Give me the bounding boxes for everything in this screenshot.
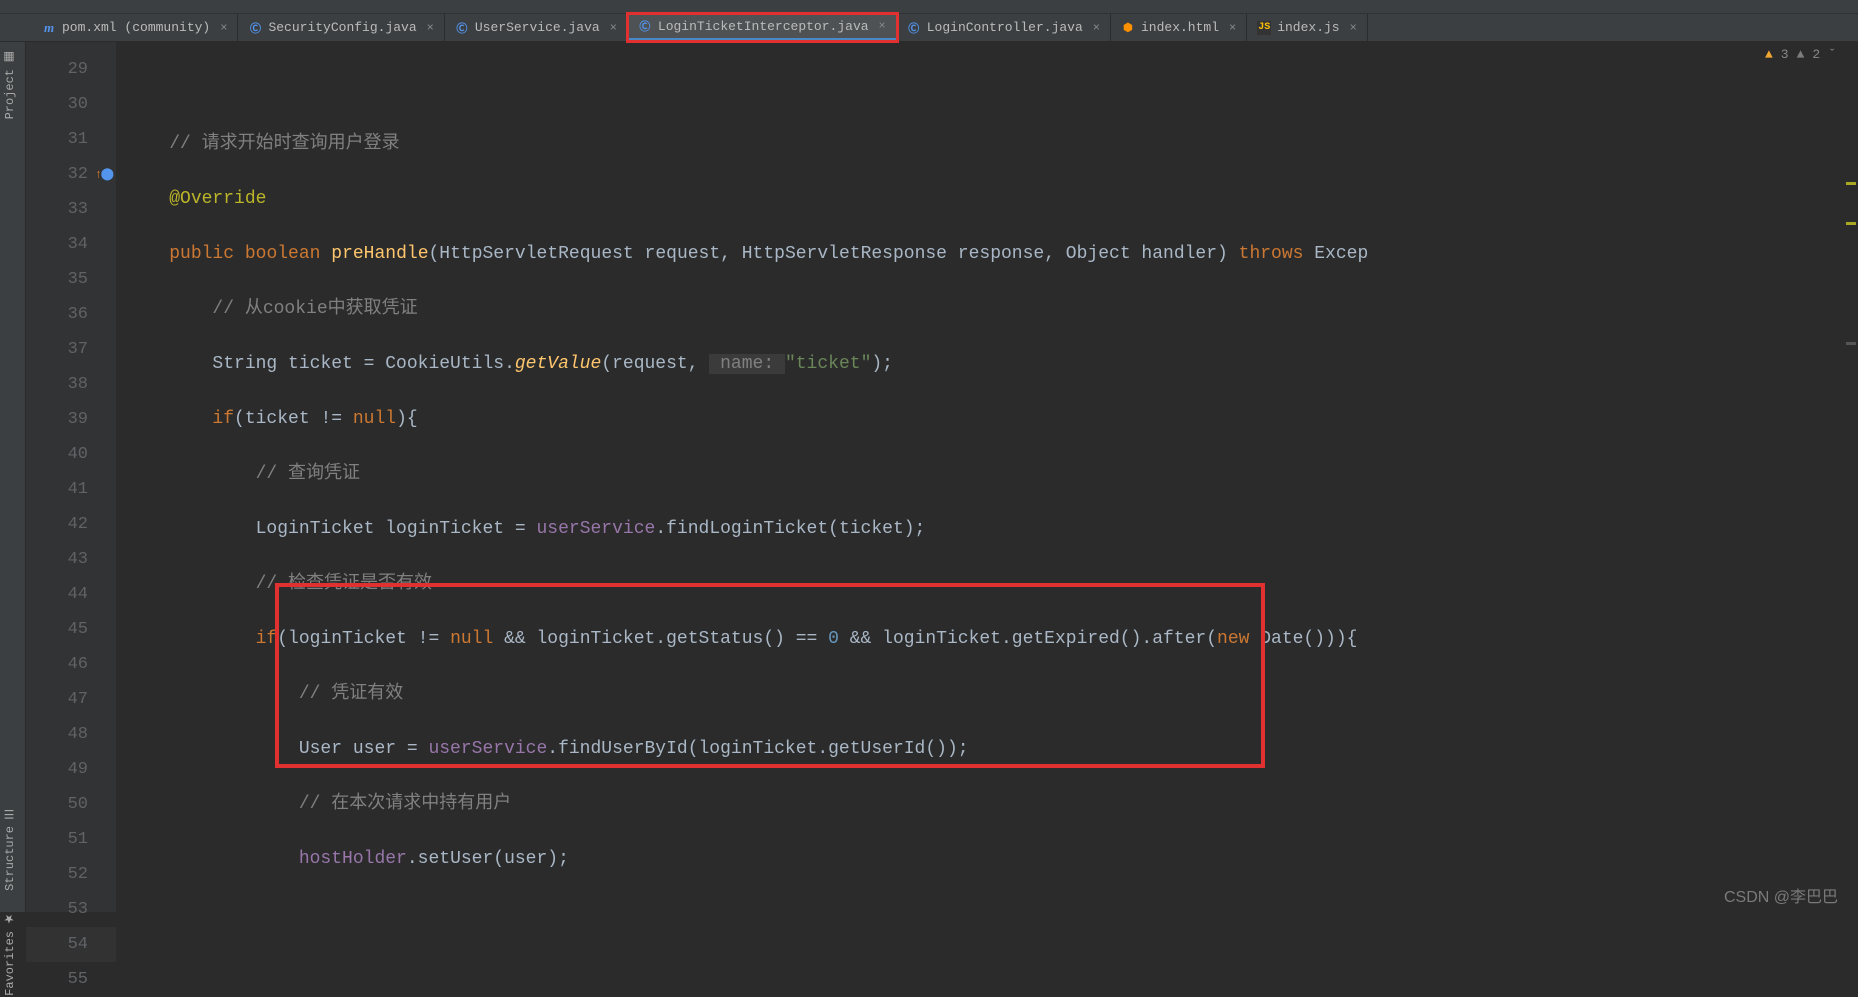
code-line: if(ticket != null){	[116, 402, 1858, 437]
code-content[interactable]: // 请求开始时查询用户登录 @Override public boolean …	[116, 42, 1858, 912]
line-number: 33	[26, 192, 116, 227]
editor-scrollbar[interactable]	[1844, 42, 1858, 912]
line-number: 53	[26, 892, 116, 927]
line-number: 34	[26, 227, 116, 262]
tab-userservice[interactable]: Ⓒ UserService.java ×	[445, 14, 628, 41]
close-icon[interactable]: ×	[1229, 21, 1236, 35]
line-number: 42	[26, 507, 116, 542]
project-icon: ▦	[3, 50, 17, 64]
sidebar-label: Structure	[3, 826, 17, 891]
tab-securityconfig[interactable]: Ⓒ SecurityConfig.java ×	[238, 14, 444, 41]
tab-label: LoginController.java	[927, 20, 1083, 35]
code-line: // 在本次请求中持有用户	[116, 787, 1858, 822]
warning-icon: ▲	[1765, 47, 1773, 62]
line-number: 47	[26, 682, 116, 717]
line-number: 55	[26, 962, 116, 997]
inspection-status[interactable]: ▲ 3 ▲ 2 ˇ	[1765, 47, 1836, 62]
code-line: String ticket = CookieUtils.getValue(req…	[116, 347, 1858, 382]
line-number: 50	[26, 787, 116, 822]
tab-label: LoginTicketInterceptor.java	[658, 19, 869, 34]
maven-icon: m	[42, 21, 56, 35]
line-number: 32⬤↑	[26, 157, 116, 192]
java-class-icon: Ⓒ	[638, 19, 652, 33]
code-editor[interactable]: 29 30 31 32⬤↑ 33 34 35 36 37 38 39 40 41…	[26, 42, 1858, 912]
scroll-warning-mark[interactable]	[1846, 182, 1856, 185]
close-icon[interactable]: ×	[879, 19, 886, 33]
tab-label: index.js	[1277, 20, 1339, 35]
code-line: // 查询凭证	[116, 457, 1858, 492]
close-icon[interactable]: ×	[220, 21, 227, 35]
java-class-icon: Ⓒ	[907, 21, 921, 35]
top-toolbar-area	[0, 0, 1858, 14]
line-number: 40	[26, 437, 116, 472]
line-number: 49	[26, 752, 116, 787]
close-icon[interactable]: ×	[610, 21, 617, 35]
line-number: 52	[26, 857, 116, 892]
sidebar-label: Favorites	[3, 931, 17, 996]
tab-label: UserService.java	[475, 20, 600, 35]
code-line	[116, 897, 1858, 912]
chevron-icon: ˇ	[1828, 47, 1836, 62]
code-line: LoginTicket loginTicket = userService.fi…	[116, 512, 1858, 547]
code-line: public boolean preHandle(HttpServletRequ…	[116, 237, 1858, 272]
line-number: 31	[26, 122, 116, 157]
close-icon[interactable]: ×	[1350, 21, 1357, 35]
line-number: 46	[26, 647, 116, 682]
line-number: 37	[26, 332, 116, 367]
csdn-watermark: CSDN @李巴巴	[1724, 883, 1838, 907]
line-number: 43	[26, 542, 116, 577]
line-number: 41	[26, 472, 116, 507]
code-line: // 从cookie中获取凭证	[116, 292, 1858, 327]
line-number: 29	[26, 52, 116, 87]
structure-icon: ☰	[3, 807, 17, 821]
tab-logincontroller[interactable]: Ⓒ LoginController.java ×	[897, 14, 1111, 41]
line-number: 51	[26, 822, 116, 857]
up-arrow-icon[interactable]: ↑	[95, 157, 102, 192]
code-line: @Override	[116, 182, 1858, 217]
override-gutter-icon[interactable]: ⬤	[101, 157, 114, 192]
weak-warning-icon: ▲	[1797, 47, 1805, 62]
tab-label: SecurityConfig.java	[268, 20, 416, 35]
sidebar-structure[interactable]: Structure ☰	[3, 807, 17, 891]
code-line	[116, 72, 1858, 107]
code-line: User user = userService.findUserById(log…	[116, 732, 1858, 767]
code-line: if(loginTicket != null && loginTicket.ge…	[116, 622, 1858, 657]
tab-pom-xml[interactable]: m pom.xml (community) ×	[32, 14, 238, 41]
code-line: // 请求开始时查询用户登录	[116, 127, 1858, 162]
tab-label: pom.xml (community)	[62, 20, 210, 35]
star-icon: ★	[3, 912, 17, 926]
java-class-icon: Ⓒ	[248, 21, 262, 35]
sidebar-label: Project	[3, 69, 17, 119]
tab-index-js[interactable]: JS index.js ×	[1247, 14, 1368, 41]
code-line: // 检查凭证是否有效	[116, 567, 1858, 602]
line-number: 54	[26, 927, 116, 962]
tab-loginticketinterceptor[interactable]: Ⓒ LoginTicketInterceptor.java ×	[628, 14, 897, 41]
line-number: 44	[26, 577, 116, 612]
java-class-icon: Ⓒ	[455, 21, 469, 35]
weak-warning-count: 2	[1812, 47, 1820, 62]
close-icon[interactable]: ×	[427, 21, 434, 35]
warning-count: 3	[1781, 47, 1789, 62]
sidebar-favorites[interactable]: Favorites ★	[3, 912, 17, 996]
line-number: 38	[26, 367, 116, 402]
line-number-gutter[interactable]: 29 30 31 32⬤↑ 33 34 35 36 37 38 39 40 41…	[26, 42, 116, 912]
line-number: 48	[26, 717, 116, 752]
close-icon[interactable]: ×	[1093, 21, 1100, 35]
left-tool-sidebar: Project ▦ Structure ☰ Favorites ★	[0, 42, 26, 912]
js-file-icon: JS	[1257, 21, 1271, 35]
scroll-mark[interactable]	[1846, 342, 1856, 345]
line-number: 30	[26, 87, 116, 122]
editor-tabs-bar: m pom.xml (community) × Ⓒ SecurityConfig…	[0, 14, 1858, 42]
sidebar-project[interactable]: Project ▦	[3, 50, 17, 119]
line-number: 35	[26, 262, 116, 297]
code-line: hostHolder.setUser(user);	[116, 842, 1858, 877]
tab-label: index.html	[1141, 20, 1219, 35]
tab-index-html[interactable]: ⬢ index.html ×	[1111, 14, 1247, 41]
scroll-warning-mark[interactable]	[1846, 222, 1856, 225]
line-number: 39	[26, 402, 116, 437]
code-line: // 凭证有效	[116, 677, 1858, 712]
line-number: 45	[26, 612, 116, 647]
line-number: 36	[26, 297, 116, 332]
html-file-icon: ⬢	[1121, 21, 1135, 35]
